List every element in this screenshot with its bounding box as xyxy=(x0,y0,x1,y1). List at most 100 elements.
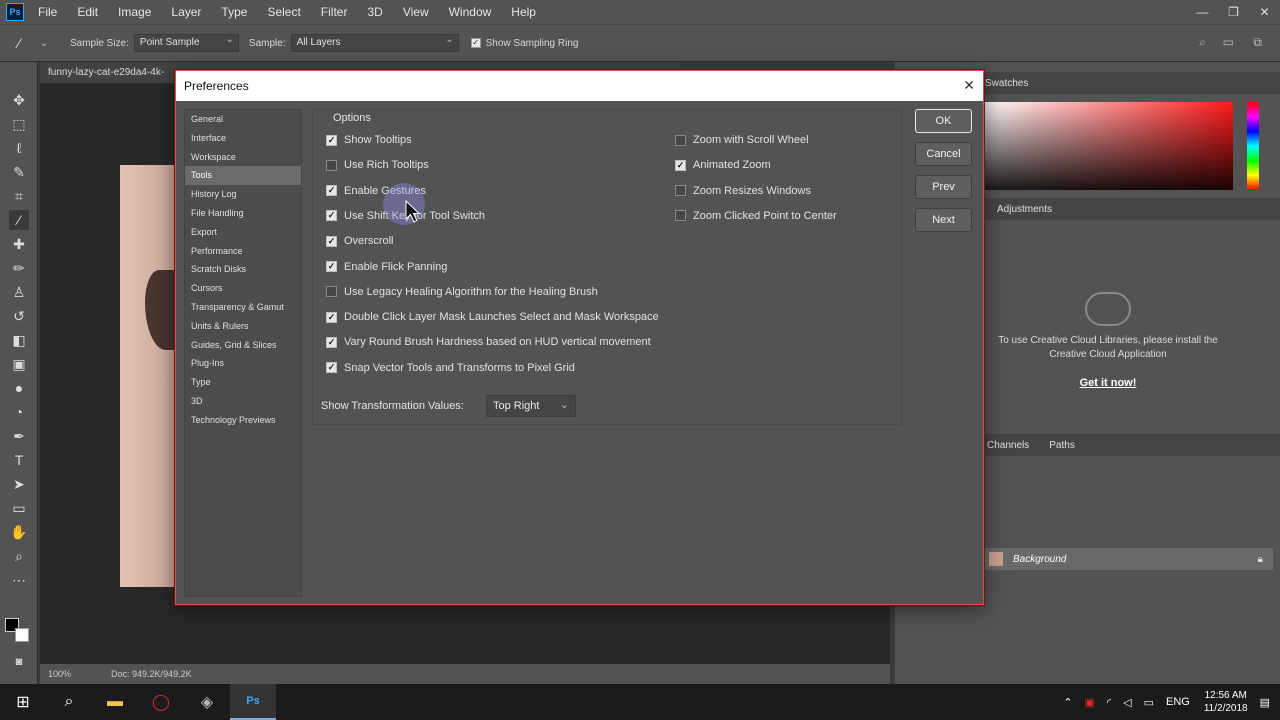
clock[interactable]: 12:56 AM 11/2/2018 xyxy=(1204,689,1248,715)
photoshop-taskbar-icon[interactable]: Ps xyxy=(230,684,276,720)
option-checkbox[interactable]: ✓ xyxy=(326,185,337,197)
menu-filter[interactable]: Filter xyxy=(321,5,348,19)
menu-select[interactable]: Select xyxy=(267,5,300,19)
option-row[interactable]: Zoom Resizes Windows xyxy=(675,185,811,197)
option-checkbox[interactable]: ✓ xyxy=(326,362,337,374)
layer-row[interactable]: Background 🔒︎ xyxy=(983,548,1273,570)
gradient-tool-icon[interactable]: ▣ xyxy=(9,354,29,374)
category-item[interactable]: Transparency & Gamut xyxy=(185,298,301,317)
path-selection-tool-icon[interactable]: ➤ xyxy=(9,474,29,494)
eraser-tool-icon[interactable]: ◧ xyxy=(9,330,29,350)
category-item[interactable]: Cursors xyxy=(185,279,301,298)
cancel-button[interactable]: Cancel xyxy=(915,142,972,166)
move-tool-icon[interactable]: ✥ xyxy=(9,90,29,110)
show-sampling-ring-checkbox[interactable]: ✓ xyxy=(470,38,481,48)
menu-type[interactable]: Type xyxy=(221,5,247,19)
color-picker-field[interactable] xyxy=(983,102,1233,190)
sample-select[interactable]: All Layers xyxy=(290,34,459,52)
category-item[interactable]: Technology Previews xyxy=(185,411,301,430)
ok-button[interactable]: OK xyxy=(915,109,972,133)
option-row[interactable]: ✓ Snap Vector Tools and Transforms to Pix… xyxy=(326,362,575,374)
windows-start-icon[interactable]: ⊞ xyxy=(0,684,46,720)
tab-channels[interactable]: Channels xyxy=(977,440,1039,451)
category-item[interactable]: Guides, Grid & Slices xyxy=(185,336,301,355)
category-item[interactable]: Export xyxy=(185,223,301,242)
get-it-now-link[interactable]: Get it now! xyxy=(983,376,1233,390)
brush-tool-icon[interactable]: ✏ xyxy=(9,258,29,278)
option-row[interactable]: ✓ Enable Flick Panning xyxy=(326,261,447,273)
category-item[interactable]: Plug-Ins xyxy=(185,354,301,373)
option-row[interactable]: Use Legacy Healing Algorithm for the Hea… xyxy=(326,286,598,298)
menu-3d[interactable]: 3D xyxy=(367,5,382,19)
workspace-icon[interactable]: ▭ xyxy=(1223,35,1234,49)
category-item[interactable]: Workspace xyxy=(185,148,301,167)
category-item[interactable]: Type xyxy=(185,373,301,392)
category-item[interactable]: Scratch Disks xyxy=(185,260,301,279)
category-item[interactable]: 3D xyxy=(185,392,301,411)
option-row[interactable]: ✓ Animated Zoom xyxy=(675,159,771,171)
option-checkbox[interactable]: ✓ xyxy=(326,134,337,146)
volume-icon[interactable]: ◁ xyxy=(1123,696,1131,709)
prev-button[interactable]: Prev xyxy=(915,175,972,199)
option-checkbox[interactable] xyxy=(326,159,337,171)
background-color-swatch[interactable] xyxy=(15,628,29,642)
menu-window[interactable]: Window xyxy=(449,5,492,19)
menu-edit[interactable]: Edit xyxy=(77,5,98,19)
notifications-icon[interactable]: ▤ xyxy=(1260,696,1270,709)
language-indicator[interactable]: ENG xyxy=(1166,696,1190,708)
category-item[interactable]: Tools xyxy=(185,166,301,186)
hue-slider[interactable] xyxy=(1247,102,1259,190)
type-tool-icon[interactable]: T xyxy=(9,450,29,470)
more-tools-icon[interactable]: ⋯ xyxy=(9,570,29,590)
share-icon[interactable]: ⧉ xyxy=(1253,35,1262,50)
rectangle-tool-icon[interactable]: ▭ xyxy=(9,498,29,518)
option-checkbox[interactable] xyxy=(675,134,686,146)
option-checkbox[interactable] xyxy=(675,210,686,222)
transform-values-select[interactable]: Top Right xyxy=(486,395,576,417)
app-icon[interactable]: ◈ xyxy=(184,684,230,720)
crop-tool-icon[interactable]: ⌗ xyxy=(9,186,29,206)
option-checkbox[interactable] xyxy=(326,286,337,298)
menu-help[interactable]: Help xyxy=(511,5,536,19)
option-row[interactable]: ✓ Double Click Layer Mask Launches Select… xyxy=(326,311,659,323)
marquee-tool-icon[interactable]: ⬚ xyxy=(9,114,29,134)
tab-swatches[interactable]: Swatches xyxy=(975,78,1038,89)
search-icon[interactable]: ⌕ xyxy=(1199,35,1206,50)
next-button[interactable]: Next xyxy=(915,208,972,232)
restore-icon[interactable]: ❐ xyxy=(1218,0,1249,24)
option-checkbox[interactable]: ✓ xyxy=(326,235,337,247)
chevron-up-icon[interactable]: ⌃ xyxy=(1063,696,1072,709)
tab-paths[interactable]: Paths xyxy=(1039,440,1085,451)
option-checkbox[interactable]: ✓ xyxy=(326,311,337,323)
option-checkbox[interactable]: ✓ xyxy=(326,261,337,272)
option-row[interactable]: Zoom Clicked Point to Center xyxy=(675,210,837,222)
menu-image[interactable]: Image xyxy=(118,5,151,19)
category-item[interactable]: File Handling xyxy=(185,204,301,223)
option-checkbox[interactable]: ✓ xyxy=(675,159,686,171)
hand-tool-icon[interactable]: ✋ xyxy=(9,522,29,542)
category-item[interactable]: Interface xyxy=(185,129,301,148)
option-checkbox[interactable]: ✓ xyxy=(326,336,337,348)
option-checkbox[interactable]: ✓ xyxy=(326,210,337,222)
blur-tool-icon[interactable]: ● xyxy=(9,378,29,398)
option-row[interactable]: ✓ Show Tooltips xyxy=(326,134,412,146)
option-row[interactable]: ✓ Vary Round Brush Hardness based on HUD … xyxy=(326,336,651,348)
tray-app-icon[interactable]: ▣ xyxy=(1084,696,1094,709)
category-item[interactable]: General xyxy=(185,110,301,129)
quick-select-tool-icon[interactable]: ✎ xyxy=(9,162,29,182)
category-item[interactable]: Performance xyxy=(185,242,301,261)
close-icon[interactable]: ✕ xyxy=(963,77,975,94)
file-explorer-icon[interactable]: ▬ xyxy=(92,684,138,720)
healing-brush-tool-icon[interactable]: ✚ xyxy=(9,234,29,254)
quick-mask-icon[interactable]: ◙ xyxy=(9,652,29,672)
option-row[interactable]: Zoom with Scroll Wheel xyxy=(675,134,809,146)
close-icon[interactable]: ✕ xyxy=(1249,0,1280,24)
option-checkbox[interactable] xyxy=(675,185,686,197)
history-brush-tool-icon[interactable]: ↺ xyxy=(9,306,29,326)
option-row[interactable]: Use Rich Tooltips xyxy=(326,159,429,171)
eyedropper-icon[interactable]: ⁄ xyxy=(18,35,40,51)
sample-size-select[interactable]: Point Sample xyxy=(133,34,239,52)
category-item[interactable]: Units & Rulers xyxy=(185,317,301,336)
tab-adjustments[interactable]: Adjustments xyxy=(987,204,1062,215)
category-item[interactable]: History Log xyxy=(185,185,301,204)
